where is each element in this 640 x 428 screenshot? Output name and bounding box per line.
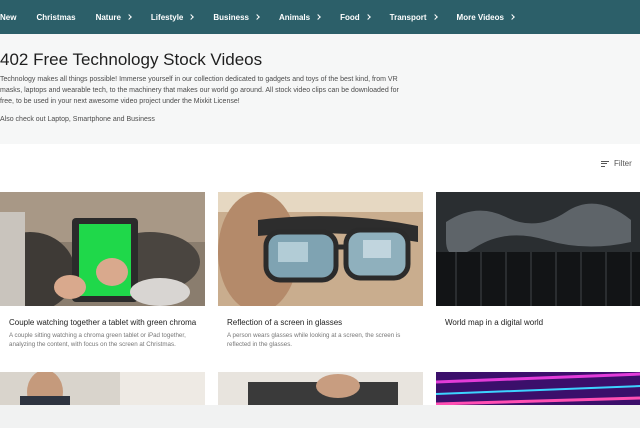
nav-label: New [0,12,17,22]
video-thumbnail[interactable] [0,192,205,306]
page-bottom-strip [0,405,640,428]
chevron-right-icon [254,14,260,20]
page-title: 402 Free Technology Stock Videos [0,50,263,69]
chevron-right-icon [315,14,321,20]
nav-item-more-videos[interactable]: More Videos [456,12,515,22]
nav-label: Transport [389,12,427,22]
nav-item-lifestyle[interactable]: Lifestyle [150,12,195,22]
nav-item-animals[interactable]: Animals [278,12,321,22]
nav-item-new[interactable]: New [0,13,16,22]
filter-button[interactable]: Filter [601,159,632,168]
video-card-title[interactable]: Reflection of a screen in glasses [227,318,342,327]
video-card[interactable] [436,192,640,357]
nav-label: Business [213,12,249,22]
nav-item-christmas[interactable]: Christmas [36,13,75,22]
video-thumbnail[interactable] [0,372,205,406]
nav-item-transport[interactable]: Transport [389,12,438,22]
chevron-right-icon [126,14,132,20]
nav-label: Christmas [36,12,76,22]
nav-label: Animals [278,12,311,22]
nav-item-business[interactable]: Business [213,12,260,22]
video-thumbnail[interactable] [436,372,640,406]
video-card-description: A person wears glasses while looking at … [227,332,401,348]
chevron-right-icon [431,14,438,20]
video-thumbnail[interactable] [436,192,640,306]
nav-label: Lifestyle [150,12,184,22]
top-nav: New Christmas Nature Lifestyle Business … [0,0,640,34]
page-description: Technology makes all things possible! Im… [0,76,399,105]
nav-item-food[interactable]: Food [340,12,371,22]
filter-icon [601,160,609,167]
related-links-text: Also check out Laptop, Smartphone and Bu… [0,116,155,123]
video-thumbnail[interactable] [218,372,423,406]
video-card-description: A couple sitting watching a chroma green… [9,332,186,348]
chevron-right-icon [364,14,371,20]
nav-label: Nature [95,12,121,22]
nav-label: Food [340,12,360,22]
video-card-title[interactable]: Couple watching together a tablet with g… [9,318,196,327]
video-card-title[interactable]: World map in a digital world [445,318,543,327]
video-thumbnail[interactable] [218,192,423,306]
nav-label: More Videos [456,12,504,22]
chevron-right-icon [188,14,195,20]
chevron-right-icon [509,14,515,20]
nav-item-nature[interactable]: Nature [95,12,132,22]
filter-label: Filter [614,159,632,168]
